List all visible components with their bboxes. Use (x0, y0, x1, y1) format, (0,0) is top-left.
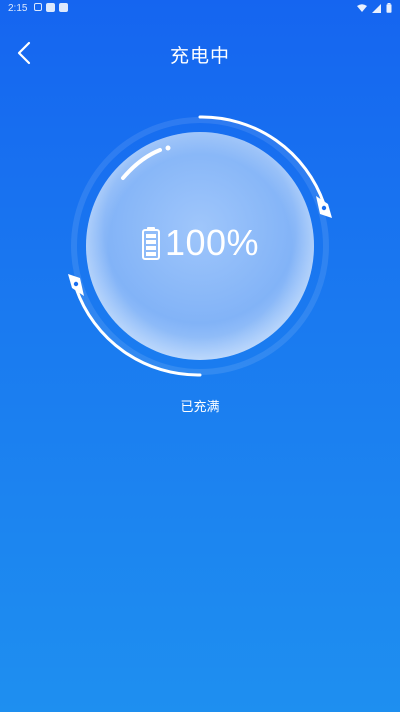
battery-status-icon (386, 3, 392, 13)
status-system-icons (357, 3, 392, 13)
battery-icon (141, 227, 160, 260)
battery-percent-group: 100% (0, 222, 400, 264)
signal-icon (372, 3, 381, 13)
notification-icon-b (46, 3, 55, 12)
status-bar: 2:15 (0, 0, 400, 18)
battery-percentage: 100% (164, 222, 260, 263)
orb-highlight-dot (165, 145, 171, 151)
status-notifications (34, 3, 68, 12)
status-time: 2:15 (8, 3, 28, 14)
charge-status-label: 已充满 (180, 400, 220, 415)
charging-indicator: 100% (0, 100, 400, 390)
notification-icon-c (59, 3, 68, 12)
notification-icon-a (34, 3, 42, 11)
app-bar: 充电中 (0, 28, 400, 76)
page-title: 充电中 (169, 45, 230, 67)
wifi-icon (357, 3, 367, 12)
